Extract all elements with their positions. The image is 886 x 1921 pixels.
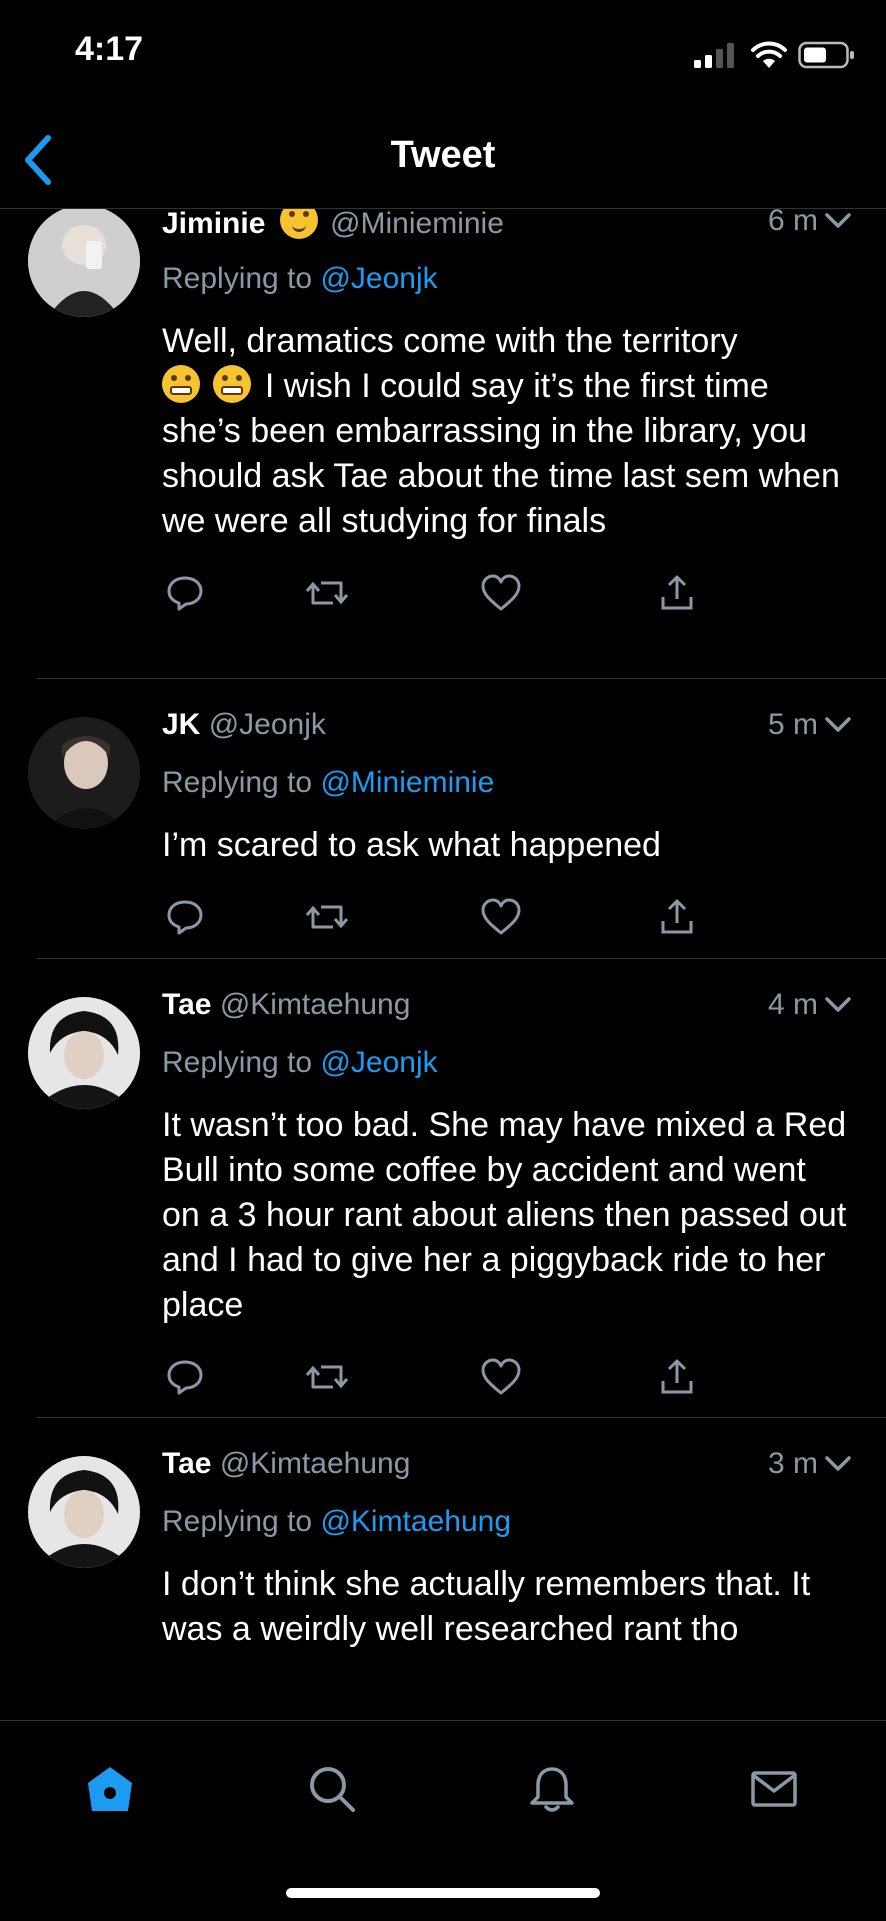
tweet-actions <box>162 1354 852 1400</box>
like-button[interactable] <box>478 1354 524 1400</box>
wifi-icon <box>751 41 787 68</box>
tweet-time[interactable]: 4 m <box>768 985 852 1025</box>
avatar[interactable] <box>28 209 140 317</box>
heart-icon <box>481 898 521 935</box>
author-name[interactable]: Tae <box>162 988 211 1021</box>
share-button[interactable] <box>654 1354 700 1400</box>
tweet-time[interactable]: 5 m <box>768 705 852 745</box>
replying-to-line: Replying to @Jeonjk <box>162 1043 852 1083</box>
retweet-button[interactable] <box>304 1354 350 1400</box>
tab-messages[interactable] <box>744 1759 804 1819</box>
tab-notifications[interactable] <box>522 1759 582 1819</box>
tweet-time-label: 3 m <box>767 1447 818 1480</box>
status-bar: 4:17 <box>0 0 886 110</box>
status-icons <box>694 38 856 72</box>
replying-to-line: Replying to @Kimtaehung <box>162 1502 852 1542</box>
tweet-body: It wasn’t too bad. She may have mixed a … <box>162 1106 847 1324</box>
battery-icon <box>798 41 854 69</box>
share-icon <box>661 899 693 934</box>
author-handle[interactable]: @Kimtaehung <box>220 1447 411 1480</box>
chevron-down-icon[interactable] <box>824 995 852 1015</box>
replying-mention[interactable]: @Jeonjk <box>320 262 437 295</box>
retweet-button[interactable] <box>304 570 350 616</box>
retweet-icon <box>305 1365 349 1389</box>
retweet-icon <box>305 905 349 929</box>
tab-search[interactable] <box>302 1759 362 1819</box>
author-name[interactable]: Jiminie <box>162 209 265 240</box>
replying-prefix: Replying to <box>162 262 313 295</box>
bell-icon <box>530 1767 574 1812</box>
tweet-body: I don’t think she actually remembers tha… <box>162 1565 811 1648</box>
top-nav-bar: Tweet <box>0 110 886 209</box>
page-title: Tweet <box>390 134 496 176</box>
tweet-time[interactable]: 6 m <box>768 209 852 241</box>
tweet-time-label: 5 m <box>767 708 818 741</box>
heart-icon <box>481 574 521 611</box>
retweet-icon <box>305 581 349 605</box>
replying-mention[interactable]: @Kimtaehung <box>320 1505 511 1538</box>
tweet-divider <box>36 678 886 679</box>
relieved-face-emoji-icon <box>279 209 318 239</box>
signal-icon <box>694 43 734 68</box>
replying-mention[interactable]: @Jeonjk <box>320 1046 437 1079</box>
status-time: 4:17 <box>75 30 144 68</box>
author-name[interactable]: JK <box>162 708 200 741</box>
home-indicator[interactable] <box>286 1888 600 1898</box>
mail-icon <box>751 1771 797 1807</box>
avatar[interactable] <box>28 717 140 829</box>
tweet-time-label: 4 m <box>767 988 818 1021</box>
reply-icon <box>167 576 203 611</box>
share-button[interactable] <box>654 570 700 616</box>
tweet-time[interactable]: 3 m <box>768 1444 852 1484</box>
tweet-divider <box>36 1417 886 1418</box>
share-button[interactable] <box>654 894 700 940</box>
tweet-actions <box>162 894 852 940</box>
chevron-down-icon[interactable] <box>824 211 852 231</box>
reply-icon <box>167 900 203 935</box>
heart-icon <box>481 1358 521 1395</box>
tweet-body-rest: I wish I could say it’s the first time s… <box>162 367 840 540</box>
tweet-body: Well, dramatics come with the territory … <box>162 319 852 544</box>
reply-button[interactable] <box>162 894 208 940</box>
reply-icon <box>167 1360 203 1395</box>
replying-to-line: Replying to @Minieminie <box>162 763 852 803</box>
reply-thread[interactable]: Jiminie @Minieminie 6 m Replying to @Jeo… <box>0 209 886 1719</box>
grimacing-face-emoji-icon <box>213 365 252 403</box>
tweet-actions <box>162 570 852 616</box>
home-icon <box>88 1767 132 1811</box>
grimacing-face-emoji-icon <box>162 365 200 403</box>
chevron-down-icon[interactable] <box>824 715 852 735</box>
retweet-button[interactable] <box>304 894 350 940</box>
tweet-body: I’m scared to ask what happened <box>162 826 661 864</box>
replying-prefix: Replying to <box>162 1505 313 1538</box>
like-button[interactable] <box>478 894 524 940</box>
like-button[interactable] <box>478 570 524 616</box>
replying-to-line: Replying to @Jeonjk <box>162 259 852 299</box>
replying-prefix: Replying to <box>162 766 313 799</box>
reply-button[interactable] <box>162 570 208 616</box>
avatar[interactable] <box>28 1456 140 1568</box>
search-icon <box>310 1767 355 1812</box>
tweet-divider <box>36 958 886 959</box>
author-name[interactable]: Tae <box>162 1447 211 1480</box>
avatar[interactable] <box>28 997 140 1109</box>
author-handle[interactable]: @Jeonjk <box>209 708 326 741</box>
replying-mention[interactable]: @Minieminie <box>320 766 494 799</box>
reply-button[interactable] <box>162 1354 208 1400</box>
tab-home[interactable] <box>80 1759 140 1819</box>
author-handle[interactable]: @Kimtaehung <box>220 988 411 1021</box>
share-icon <box>661 575 693 610</box>
replying-prefix: Replying to <box>162 1046 313 1079</box>
tweet-time-label: 6 m <box>767 209 818 237</box>
tweet-body-line1: Well, dramatics come with the territory <box>162 322 738 360</box>
author-handle[interactable]: @Minieminie <box>330 209 504 240</box>
chevron-down-icon[interactable] <box>824 1454 852 1474</box>
share-icon <box>661 1359 693 1394</box>
